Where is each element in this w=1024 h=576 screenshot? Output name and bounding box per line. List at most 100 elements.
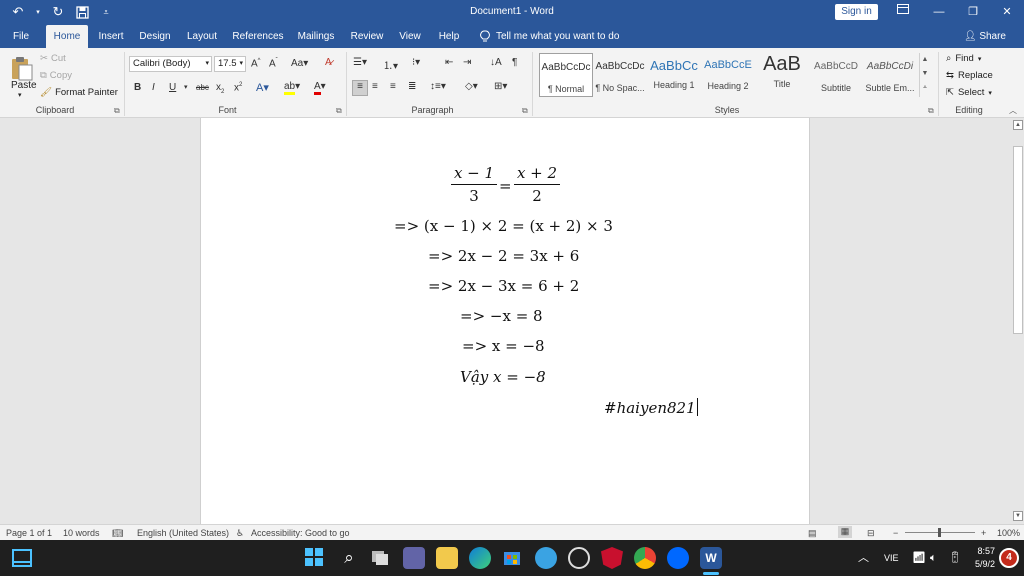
- tab-design[interactable]: Design: [137, 25, 173, 48]
- shading-icon[interactable]: ◇▾: [465, 81, 478, 92]
- scroll-thumb[interactable]: [1013, 146, 1023, 334]
- windows-start-icon[interactable]: [12, 549, 32, 570]
- language-status[interactable]: English (United States): [137, 528, 229, 538]
- align-left-icon[interactable]: ≡: [352, 80, 368, 96]
- mcafee-icon[interactable]: [601, 547, 623, 569]
- change-case-icon[interactable]: Aa▾: [291, 58, 308, 69]
- numbering-icon[interactable]: ⒈▾: [383, 57, 398, 72]
- tab-home[interactable]: Home: [46, 25, 88, 48]
- zoom-slider-thumb[interactable]: [938, 528, 941, 537]
- zalo-icon[interactable]: [667, 547, 689, 569]
- strikethrough-icon[interactable]: abc: [196, 83, 209, 92]
- replace-button[interactable]: ⇆ Replace: [946, 70, 993, 81]
- paste-icon[interactable]: [10, 55, 34, 81]
- gallery-more-icon[interactable]: ⩡: [920, 81, 930, 95]
- tab-review[interactable]: Review: [348, 25, 386, 48]
- align-right-icon[interactable]: ≡: [390, 81, 396, 92]
- font-size-select[interactable]: 17.5 ▾: [214, 56, 246, 72]
- edge-icon[interactable]: [469, 547, 491, 569]
- font-color-icon[interactable]: A▾: [314, 81, 326, 95]
- style-subtle-emphasis[interactable]: AaBbCcDi Subtle Em...: [863, 53, 917, 97]
- align-center-icon[interactable]: ≡: [372, 81, 378, 92]
- style-normal[interactable]: AaBbCcDc ¶ Normal: [539, 53, 593, 97]
- grow-font-icon[interactable]: A^: [251, 58, 261, 69]
- teams-chat-icon[interactable]: [403, 547, 425, 569]
- style-subtitle[interactable]: AaBbCcD Subtitle: [809, 53, 863, 97]
- file-explorer-icon[interactable]: [436, 547, 458, 569]
- clear-formatting-icon[interactable]: A̷: [325, 57, 332, 68]
- chrome-icon[interactable]: [634, 547, 656, 569]
- tab-help[interactable]: Help: [436, 25, 462, 48]
- font-name-select[interactable]: Calibri (Body) ▾: [129, 56, 212, 72]
- find-button[interactable]: ⌕ Find ▾: [946, 53, 981, 64]
- line-spacing-icon[interactable]: ↕≡▾: [430, 81, 446, 92]
- battery-icon[interactable]: 🔋︎: [948, 540, 962, 576]
- style-title[interactable]: AaB Title: [755, 53, 809, 97]
- proofing-icon[interactable]: 📖︎: [112, 528, 123, 539]
- scroll-down-icon[interactable]: ▼: [1013, 511, 1023, 521]
- web-layout-icon[interactable]: ⊟: [867, 528, 875, 539]
- bold-icon[interactable]: B: [134, 82, 141, 93]
- print-layout-icon[interactable]: ▦: [838, 526, 852, 538]
- vertical-scrollbar[interactable]: ▲ ▼: [1012, 118, 1024, 524]
- obs-icon[interactable]: [568, 547, 590, 569]
- zoom-out-icon[interactable]: −: [893, 528, 898, 538]
- zoom-level[interactable]: 100%: [997, 528, 1020, 538]
- sign-in-button[interactable]: Sign in: [835, 4, 878, 20]
- copy-button[interactable]: ⧉ Copy: [40, 70, 72, 81]
- decrease-indent-icon[interactable]: ⇤: [445, 57, 453, 68]
- paste-dropdown-icon[interactable]: ▾: [18, 91, 22, 99]
- multilevel-list-icon[interactable]: ⁝▾: [412, 57, 420, 68]
- gallery-up-icon[interactable]: ▲: [920, 53, 930, 67]
- highlight-icon[interactable]: ab▾: [284, 81, 300, 95]
- restore-icon[interactable]: ❐: [956, 0, 990, 25]
- gallery-down-icon[interactable]: ▼: [920, 67, 930, 81]
- wifi-icon[interactable]: 📶︎: [912, 540, 926, 576]
- shrink-font-icon[interactable]: Aˇ: [269, 58, 278, 69]
- search-icon[interactable]: ⌕: [338, 547, 360, 569]
- system-clock[interactable]: 8:57 5/9/2: [965, 545, 995, 571]
- word-app-icon[interactable]: W: [700, 547, 722, 569]
- show-formatting-icon[interactable]: ¶: [512, 57, 517, 68]
- notification-badge[interactable]: 4: [999, 548, 1019, 568]
- task-view-icon[interactable]: [370, 547, 392, 569]
- weather-app-icon[interactable]: [535, 547, 557, 569]
- word-count[interactable]: 10 words: [63, 528, 100, 538]
- tab-references[interactable]: References: [231, 25, 285, 48]
- tab-layout[interactable]: Layout: [184, 25, 220, 48]
- subscript-icon[interactable]: x2: [216, 82, 224, 95]
- ribbon-display-options-icon[interactable]: [893, 4, 913, 20]
- underline-icon[interactable]: U: [169, 82, 176, 93]
- italic-icon[interactable]: I: [152, 82, 155, 93]
- styles-launcher-icon[interactable]: ⧉: [928, 106, 934, 116]
- style-heading-2[interactable]: AaBbCcE Heading 2: [701, 53, 755, 97]
- style-heading-1[interactable]: AaBbCc Heading 1: [647, 53, 701, 97]
- tab-insert[interactable]: Insert: [94, 25, 128, 48]
- microsoft-store-icon[interactable]: [502, 547, 524, 569]
- collapse-ribbon-icon[interactable]: ︿: [1009, 105, 1017, 116]
- text-effects-icon[interactable]: A▾: [256, 81, 269, 94]
- accessibility-status[interactable]: Accessibility: Good to go: [251, 528, 350, 538]
- input-language[interactable]: VIE: [884, 540, 899, 576]
- tab-file[interactable]: File: [8, 25, 34, 48]
- font-launcher-icon[interactable]: ⧉: [336, 106, 342, 116]
- tell-me-box[interactable]: Tell me what you want to do: [480, 25, 619, 48]
- clipboard-launcher-icon[interactable]: ⧉: [114, 106, 120, 116]
- superscript-icon[interactable]: x2: [234, 82, 242, 93]
- page-count[interactable]: Page 1 of 1: [6, 528, 52, 538]
- increase-indent-icon[interactable]: ⇥: [463, 57, 471, 68]
- start-menu-icon[interactable]: [304, 547, 326, 569]
- cut-button[interactable]: ✂ Cut: [40, 53, 66, 64]
- underline-dropdown-icon[interactable]: ▾: [184, 83, 188, 91]
- share-button[interactable]: 👤︎ Share: [964, 25, 1006, 48]
- read-mode-icon[interactable]: ▤: [808, 528, 817, 539]
- document-page[interactable]: x − 1 3 = x + 2 2 => (x − 1) × 2 = (x + …: [200, 118, 810, 524]
- paste-button[interactable]: Paste: [11, 80, 37, 91]
- close-icon[interactable]: ✕: [990, 0, 1024, 25]
- tab-mailings[interactable]: Mailings: [295, 25, 337, 48]
- select-button[interactable]: ⇱ Select ▾: [946, 87, 992, 98]
- format-painter-button[interactable]: 🖌︎ Format Painter: [40, 87, 118, 98]
- paragraph-launcher-icon[interactable]: ⧉: [522, 106, 528, 116]
- borders-icon[interactable]: ⊞▾: [494, 81, 507, 92]
- justify-icon[interactable]: ≣: [408, 81, 416, 92]
